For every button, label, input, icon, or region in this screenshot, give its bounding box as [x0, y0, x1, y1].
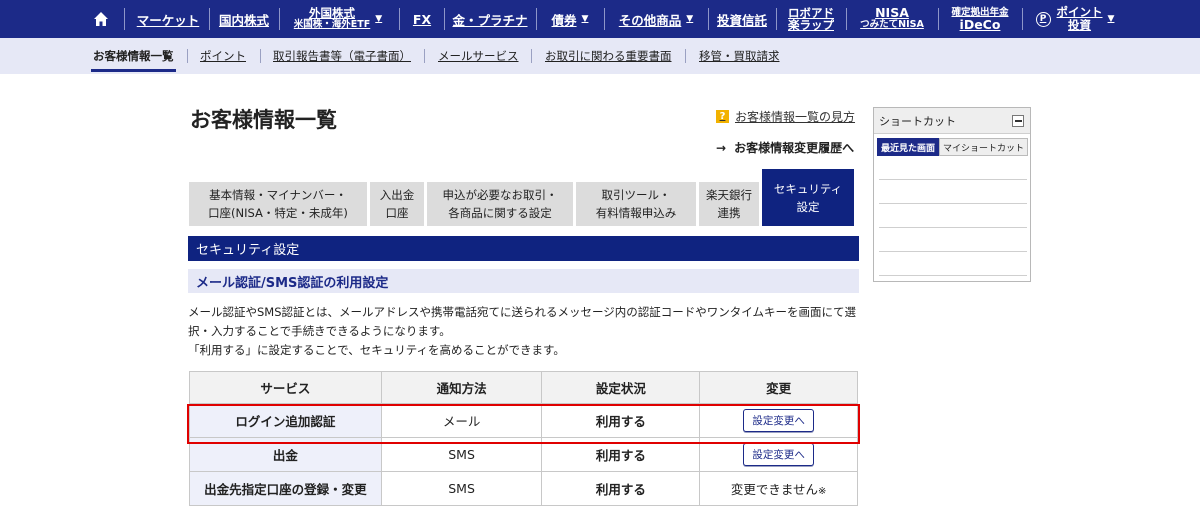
nav-foreign-stocks[interactable]: 外国株式 米国株・海外ETF ▼: [282, 0, 394, 38]
list-item[interactable]: [879, 156, 1027, 180]
nav-point-investment[interactable]: P ポイント 投資 ▼: [1030, 0, 1120, 38]
help-link[interactable]: ? お客様情報一覧の見方: [716, 108, 855, 125]
subnav-mail-service[interactable]: メールサービス: [438, 38, 519, 74]
subsection-title: メール認証/SMS認証の利用設定: [188, 269, 859, 293]
tab-recent-screens[interactable]: 最近見た画面: [877, 138, 940, 156]
cannot-change-text: 変更できません: [730, 482, 818, 497]
list-item[interactable]: [879, 228, 1027, 252]
tab-application-settings[interactable]: 申込が必要なお取引・ 各商品に関する設定: [427, 182, 573, 226]
point-icon: P: [1035, 11, 1051, 27]
note-mark: ※: [817, 486, 827, 497]
shortcut-list: [879, 156, 1027, 276]
tab-trading-tools[interactable]: 取引ツール・ 有料情報申込み: [576, 182, 696, 226]
table-row: ログイン追加認証 メール 利用する 設定変更へ: [189, 403, 858, 438]
subnav-points[interactable]: ポイント: [200, 38, 246, 74]
subnav-trade-reports[interactable]: 取引報告書等（電子書面）: [273, 38, 411, 74]
arrow-right-icon: →: [716, 141, 727, 155]
service-name: 出金: [189, 437, 382, 472]
shortcut-panel: ショートカット 最近見た画面 マイショートカット: [873, 107, 1031, 282]
service-name: ログイン追加認証: [189, 403, 382, 438]
change-cell: 設定変更へ: [699, 403, 858, 438]
shortcut-tabs: 最近見た画面 マイショートカット: [877, 138, 1029, 156]
header-method: 通知方法: [380, 371, 543, 404]
nav-market[interactable]: マーケット: [130, 0, 206, 38]
question-icon: ?: [716, 110, 729, 123]
change-cell: 設定変更へ: [699, 437, 858, 472]
change-settings-button[interactable]: 設定変更へ: [743, 409, 814, 432]
tab-rakuten-bank[interactable]: 楽天銀行 連携: [699, 182, 759, 226]
subnav-customer-info[interactable]: お客様情報一覧: [91, 38, 175, 74]
subnav-important-documents[interactable]: お取引に関わる重要書面: [545, 38, 672, 74]
nav-nisa[interactable]: NISA つみたてNISA: [852, 0, 932, 38]
global-nav: マーケット 国内株式 外国株式 米国株・海外ETF ▼ FX 金・プラチナ 債券…: [0, 0, 1200, 38]
nav-other-products[interactable]: その他商品 ▼: [610, 0, 702, 38]
shortcut-header: ショートカット: [874, 108, 1030, 134]
setting-status: 利用する: [541, 437, 701, 472]
notify-method: SMS: [380, 471, 543, 506]
setting-status: 利用する: [541, 471, 701, 506]
chevron-down-icon: ▼: [581, 14, 589, 24]
nav-fx[interactable]: FX: [405, 0, 439, 38]
auth-settings-table: サービス 通知方法 設定状況 変更 ログイン追加認証 メール 利用する 設定変更…: [189, 371, 858, 506]
nav-gold-platinum[interactable]: 金・プラチナ: [450, 0, 530, 38]
nav-domestic-stocks[interactable]: 国内株式: [213, 0, 275, 38]
home-icon[interactable]: [90, 0, 112, 38]
tab-deposit-withdrawal[interactable]: 入出金 口座: [370, 182, 424, 226]
page-title: お客様情報一覧: [190, 108, 337, 132]
nav-robo-advisor[interactable]: ロボアド 楽ラップ: [782, 0, 840, 38]
change-settings-button[interactable]: 設定変更へ: [743, 443, 814, 466]
minimize-icon[interactable]: [1012, 115, 1024, 127]
nav-bonds[interactable]: 債券 ▼: [542, 0, 598, 38]
description: メール認証やSMS認証とは、メールアドレスや携帯電話宛てに送られるメッセージ内の…: [188, 305, 857, 357]
nav-investment-trusts[interactable]: 投資信託: [714, 0, 770, 38]
chevron-down-icon: ▼: [375, 14, 383, 24]
table-header-row: サービス 通知方法 設定状況 変更: [189, 371, 858, 404]
subnav-transfer-request[interactable]: 移管・買取請求: [699, 38, 780, 74]
header-service: サービス: [189, 371, 382, 404]
header-status: 設定状況: [541, 371, 701, 404]
section-title: セキュリティ設定: [188, 236, 859, 261]
account-subnav: お客様情報一覧 ポイント 取引報告書等（電子書面） メールサービス お取引に関わ…: [0, 38, 1200, 74]
notify-method: SMS: [380, 437, 543, 472]
list-item[interactable]: [879, 180, 1027, 204]
tab-security-settings[interactable]: セキュリティ 設定: [762, 169, 854, 226]
chevron-down-icon: ▼: [1107, 14, 1115, 24]
setting-status: 利用する: [541, 403, 701, 438]
chevron-down-icon: ▼: [686, 14, 694, 24]
notify-method: メール: [380, 403, 543, 438]
table-row: 出金先指定口座の登録・変更 SMS 利用する 変更できません※: [189, 471, 858, 506]
list-item[interactable]: [879, 252, 1027, 276]
service-name: 出金先指定口座の登録・変更: [189, 471, 382, 506]
list-item[interactable]: [879, 204, 1027, 228]
header-change: 変更: [699, 371, 858, 404]
tab-basic-info[interactable]: 基本情報・マイナンバー・ 口座(NISA・特定・未成年): [189, 182, 367, 226]
nav-ideco[interactable]: 確定拠出年金 iDeCo: [944, 0, 1016, 38]
table-row: 出金 SMS 利用する 設定変更へ: [189, 437, 858, 472]
tab-my-shortcuts[interactable]: マイショートカット: [939, 138, 1029, 156]
change-history-link[interactable]: → お客様情報変更履歴へ: [716, 139, 854, 156]
change-cell: 変更できません※: [699, 471, 858, 506]
